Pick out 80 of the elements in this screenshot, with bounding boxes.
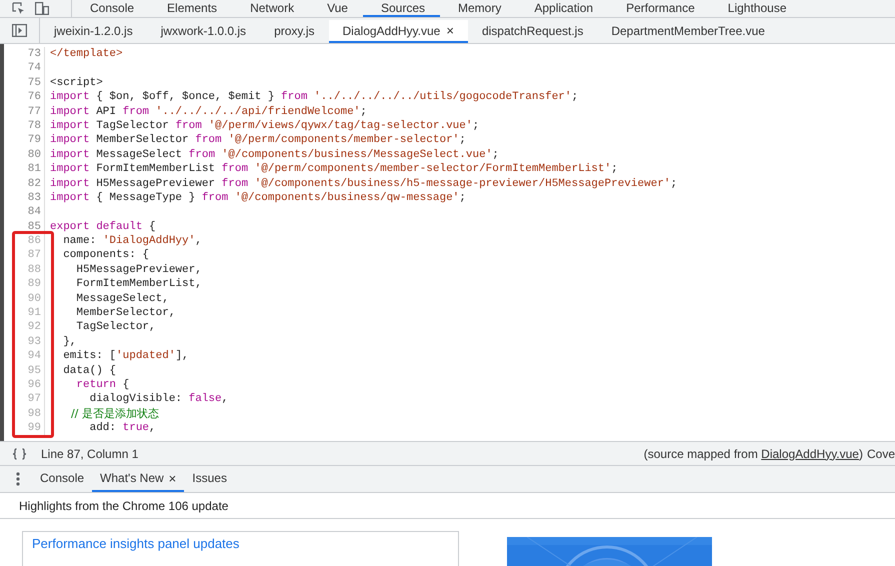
line-number: 75 (4, 76, 45, 90)
line-number: 90 (4, 292, 45, 306)
line-number: 88 (4, 262, 45, 278)
line-number: 85 (4, 220, 45, 234)
file-tab[interactable]: dispatchRequest.js (468, 20, 598, 43)
line-number: 92 (4, 320, 45, 335)
panel-tab[interactable]: Network (232, 0, 310, 17)
drawer-tab[interactable]: Issues (184, 466, 235, 492)
code-line: import MessageSelect from '@/components/business/MessageSelect.vue'; (49, 148, 499, 162)
panel-tab[interactable]: Application (516, 0, 608, 17)
code-line: }, (62, 334, 76, 350)
pretty-print-icon[interactable] (12, 448, 27, 460)
line-number: 93 (4, 334, 45, 350)
file-tab[interactable]: DepartmentMemberTree.vue (597, 20, 779, 43)
line-number: 76 (4, 90, 45, 105)
panel-tab[interactable]: Vue (309, 0, 363, 17)
code-line: import API from '../../../../api/friendWelcome'; (49, 104, 367, 119)
coverage-label: Cove (866, 446, 895, 460)
line-number: 91 (4, 306, 45, 320)
line-number: 74 (4, 61, 45, 76)
code-line: import { $on, $off, $once, $emit } from '../../../../../utils/gogocodeTransfer'; (49, 90, 578, 105)
panel-tab[interactable]: Elements (149, 0, 232, 17)
inspect-icon[interactable] (12, 2, 25, 15)
close-icon[interactable]: × (446, 23, 454, 38)
code-line: import MemberSelector from '@/perm/components/member-selector'; (49, 133, 466, 148)
code-line: add: true, (88, 421, 156, 436)
cursor-position: Line 87, Column 1 (41, 446, 138, 460)
code-line: FormItemMemberList, (75, 277, 202, 292)
line-number: 83 (4, 190, 45, 206)
line-number: 73 (4, 47, 45, 62)
file-tab[interactable]: jwxwork-1.0.0.js (146, 20, 260, 43)
line-number: 86 (4, 234, 45, 248)
line-number: 89 (4, 277, 45, 292)
code-line: dialogVisible: false, (88, 392, 228, 407)
code-line: H5MessagePreviewer, (75, 262, 202, 278)
line-number: 94 (4, 349, 45, 364)
panel-tab[interactable]: Performance (608, 0, 710, 17)
line-number: 96 (4, 378, 45, 392)
code-line: components: { (62, 248, 150, 263)
line-number: 81 (4, 162, 45, 177)
code-line: <script> (49, 76, 103, 90)
device-icon[interactable] (35, 2, 49, 15)
code-line: import FormItemMemberList from '@/perm/components/member-selector/FormItemMemberList'; (49, 162, 618, 177)
code-line: </template> (49, 47, 123, 62)
code-line: import { MessageType } from '@/components/business/qw-message'; (49, 190, 466, 206)
source-map-note: (source mapped from DialogAddHyy.vue) (644, 446, 863, 460)
feature-link[interactable]: Performance insights panel updates (32, 536, 240, 551)
code-line: return { (75, 378, 130, 392)
line-number: 84 (4, 205, 45, 220)
code-line: emits: ['updated'], (62, 349, 189, 364)
sidebar-toggle-icon[interactable] (12, 24, 27, 37)
line-number: 82 (4, 176, 45, 191)
code-line: // 是否是添加状态 (70, 406, 159, 422)
line-number: 95 (4, 364, 45, 378)
code-line: name: 'DialogAddHyy', (62, 234, 202, 248)
file-tab[interactable]: jweixin-1.2.0.js (40, 20, 147, 43)
panel-tab[interactable]: Lighthouse (710, 0, 802, 17)
source-link[interactable]: DialogAddHyy.vue (761, 446, 859, 460)
close-icon[interactable]: × (168, 470, 176, 486)
line-number: 99 (4, 421, 45, 436)
line-number: 79 (4, 133, 45, 148)
file-tab[interactable]: DialogAddHyy.vue × (328, 20, 468, 43)
code-line: TagSelector, (75, 320, 156, 335)
panel-tab[interactable]: Memory (440, 0, 516, 17)
line-number: 87 (4, 248, 45, 263)
line-number: 77 (4, 104, 45, 119)
code-line: data() { (62, 364, 116, 378)
code-line: MemberSelector, (75, 306, 176, 320)
line-number: 78 (4, 118, 45, 134)
line-number: 98 (4, 406, 45, 422)
code-line: import H5MessagePreviewer from '@/components/business/h5-message-previewer/H5MessagePreviewer'; (49, 176, 678, 191)
panel-tab[interactable]: Console (72, 0, 150, 17)
line-number: 97 (4, 392, 45, 407)
drawer-tab[interactable]: Console (32, 466, 92, 492)
file-tab[interactable]: proxy.js (260, 20, 329, 43)
code-line: export default { (49, 220, 156, 234)
code-line: MessageSelect, (75, 292, 169, 306)
code-line: import TagSelector from '@/perm/views/qywx/tag/tag-selector.vue'; (49, 118, 480, 134)
line-number: 80 (4, 148, 45, 162)
more-icon[interactable] (16, 472, 20, 486)
